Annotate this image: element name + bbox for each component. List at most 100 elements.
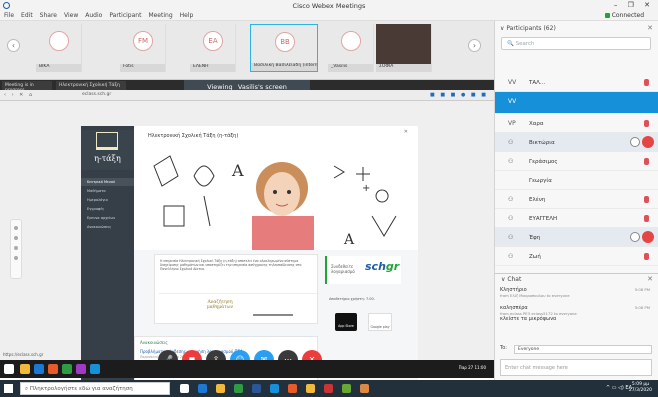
menu-participant[interactable]: Participant	[109, 12, 141, 19]
mute-participant-icon[interactable]	[642, 136, 654, 148]
participant-row[interactable]: ⚇ Ελένη	[495, 190, 658, 209]
chat-header[interactable]: ∨ Chat ✕	[495, 273, 658, 284]
explorer-icon[interactable]	[20, 364, 30, 374]
recipient-select[interactable]: Everyone	[514, 345, 652, 354]
browser-tab[interactable]: Ηλεκτρονική Σχολική Τάξη	[56, 81, 126, 90]
taskbar-clock[interactable]: 5:09 μμ 27/3/2020	[629, 382, 652, 394]
annotation-rail[interactable]	[10, 219, 22, 279]
message-meta: from Ελίζ Μαυροπουλου to everyone	[500, 293, 570, 298]
explorer-icon[interactable]	[216, 384, 225, 393]
mic-muted-icon	[644, 253, 649, 260]
participant-row-selected[interactable]: VV	[495, 92, 658, 114]
store-icon[interactable]	[234, 384, 243, 393]
to-label: To:	[500, 345, 507, 351]
participant-row[interactable]: VV ΤΑΛ...	[495, 73, 658, 92]
tile-name: Fotis	[120, 64, 165, 72]
participant-row[interactable]: ⚇ Ζωή	[495, 247, 658, 266]
edge-icon[interactable]	[34, 364, 44, 374]
site-menu-item[interactable]: Ημερολόγιο	[81, 195, 134, 204]
browser-tab[interactable]: Meeting is in progress	[2, 81, 52, 93]
extension-icons[interactable]: ■ ■ ■ ● ■ ■	[430, 92, 488, 98]
clock-date: 27/3/2020	[628, 388, 652, 393]
mute-participant-icon[interactable]	[642, 231, 654, 243]
connected-icon	[604, 13, 610, 18]
rail-icon[interactable]	[14, 236, 18, 240]
google-play-badge[interactable]: Google play	[368, 313, 392, 331]
video-tile[interactable]: EA ΕΛΕΝΗ	[190, 24, 236, 72]
person-icon: ⚇	[508, 234, 514, 241]
taskbar-search-placeholder: Πληκτρολογήστε εδώ για αναζήτηση	[29, 386, 133, 392]
svg-text:A: A	[231, 161, 244, 180]
rail-icon[interactable]	[14, 226, 18, 230]
participant-name: Βικτώρια	[529, 140, 555, 146]
webex-taskbar-icon[interactable]	[90, 364, 100, 374]
video-tile[interactable]: ΣΟΦΙΑ	[376, 24, 432, 72]
rail-icon[interactable]	[14, 256, 18, 260]
word-icon[interactable]	[252, 384, 261, 393]
close-icon[interactable]: ✕	[404, 129, 408, 135]
chat-input[interactable]: Enter chat message here	[500, 359, 652, 376]
search-courses-link[interactable]: Αναζήτηση μαθημάτων	[159, 293, 319, 325]
site-menu: Κεντρικό Μενού Μαθήματα Ημερολόγιο Εγγρα…	[81, 178, 134, 231]
brand-name: η-τάξη	[94, 154, 121, 163]
sch-login-box[interactable]: Συνδεθείτε λογαριασμό schgr	[325, 256, 401, 284]
start-button[interactable]	[4, 384, 13, 393]
inner-clock: Παρ 27 11:00	[458, 365, 486, 370]
participant-row[interactable]: ⚇ ΕΥΑΓΓΕΛΗ	[495, 209, 658, 228]
menu-view[interactable]: View	[64, 12, 78, 19]
site-brand[interactable]: η-τάξη	[81, 130, 134, 170]
video-tile[interactable]: ΒΙΚΑ	[36, 24, 82, 72]
chat-icon[interactable]	[630, 137, 640, 147]
strip-prev-button[interactable]: ‹	[7, 39, 20, 52]
menu-meeting[interactable]: Meeting	[148, 12, 172, 19]
site-menu-item[interactable]: Ανακοινώσεις	[81, 222, 134, 231]
chat-icon[interactable]	[630, 232, 640, 242]
video-tile-active[interactable]: BB Βασιλική Βασιλείαδη (internal)	[250, 24, 318, 72]
shared-screen: Meeting is in progress Ηλεκτρονική Σχολι…	[0, 80, 494, 381]
firefox-icon[interactable]	[48, 364, 58, 374]
menu-help[interactable]: Help	[180, 12, 194, 19]
rail-icon[interactable]	[14, 246, 18, 250]
app-icon[interactable]	[342, 384, 351, 393]
participant-row[interactable]: Γεωργία	[495, 171, 658, 190]
webex-taskbar-icon[interactable]	[270, 384, 279, 393]
edge-icon[interactable]	[198, 384, 207, 393]
video-tile[interactable]: _Vasilis	[328, 24, 374, 72]
participant-row[interactable]: VP Χαρα	[495, 114, 658, 133]
participant-row[interactable]: ⚇ Γεράσιμος	[495, 152, 658, 171]
shared-taskbar: https://eclass.sch.gr Παρ 27 11:00	[0, 352, 494, 378]
menu-file[interactable]: File	[4, 12, 14, 19]
close-icon[interactable]: ✕	[647, 24, 653, 32]
menu-audio[interactable]: Audio	[85, 12, 102, 19]
task-view-icon[interactable]	[180, 384, 189, 393]
window-controls[interactable]: – ❐ ✕	[614, 1, 654, 9]
app-icon[interactable]	[360, 384, 369, 393]
connection-label: Connected	[611, 12, 644, 19]
site-sidebar: η-τάξη Κεντρικό Μενού Μαθήματα Ημερολόγι…	[81, 126, 134, 381]
windows-icon[interactable]	[4, 364, 14, 374]
sch-logo-text: sch	[365, 260, 386, 273]
menu-share[interactable]: Share	[40, 12, 57, 19]
site-menu-item[interactable]: Εγγραφές	[81, 204, 134, 213]
close-icon[interactable]: ✕	[647, 275, 653, 283]
app-icon[interactable]	[324, 384, 333, 393]
url-field[interactable]: eclass.sch.gr	[82, 92, 332, 99]
browser-nav-icons[interactable]: ‹ › ✕ ⌂	[4, 92, 34, 98]
video-tile[interactable]: FM Fotis	[120, 24, 166, 72]
strip-next-button[interactable]: ›	[468, 39, 481, 52]
participant-search-input[interactable]: 🔍 Search	[501, 37, 651, 50]
taskbar-search-input[interactable]: ⌕ Πληκτρολογήστε εδώ για αναζήτηση	[20, 382, 170, 395]
chrome-icon[interactable]	[62, 364, 72, 374]
app-store-badge[interactable]: App Store	[335, 313, 357, 331]
menu-header: Κεντρικό Μενού	[81, 178, 134, 186]
avatar	[49, 31, 69, 51]
menu-edit[interactable]: Edit	[21, 12, 33, 19]
participants-header[interactable]: ∨ Participants (62) ✕	[495, 21, 658, 35]
participant-row[interactable]: ⚇ Έφη	[495, 228, 658, 247]
site-menu-item[interactable]: Μαθήματα	[81, 186, 134, 195]
site-menu-item[interactable]: Ερευνα αρχείων	[81, 213, 134, 222]
chrome-icon[interactable]	[306, 384, 315, 393]
app-icon[interactable]	[76, 364, 86, 374]
participant-row[interactable]: ⚇ Βικτώρια	[495, 133, 658, 152]
firefox-icon[interactable]	[288, 384, 297, 393]
